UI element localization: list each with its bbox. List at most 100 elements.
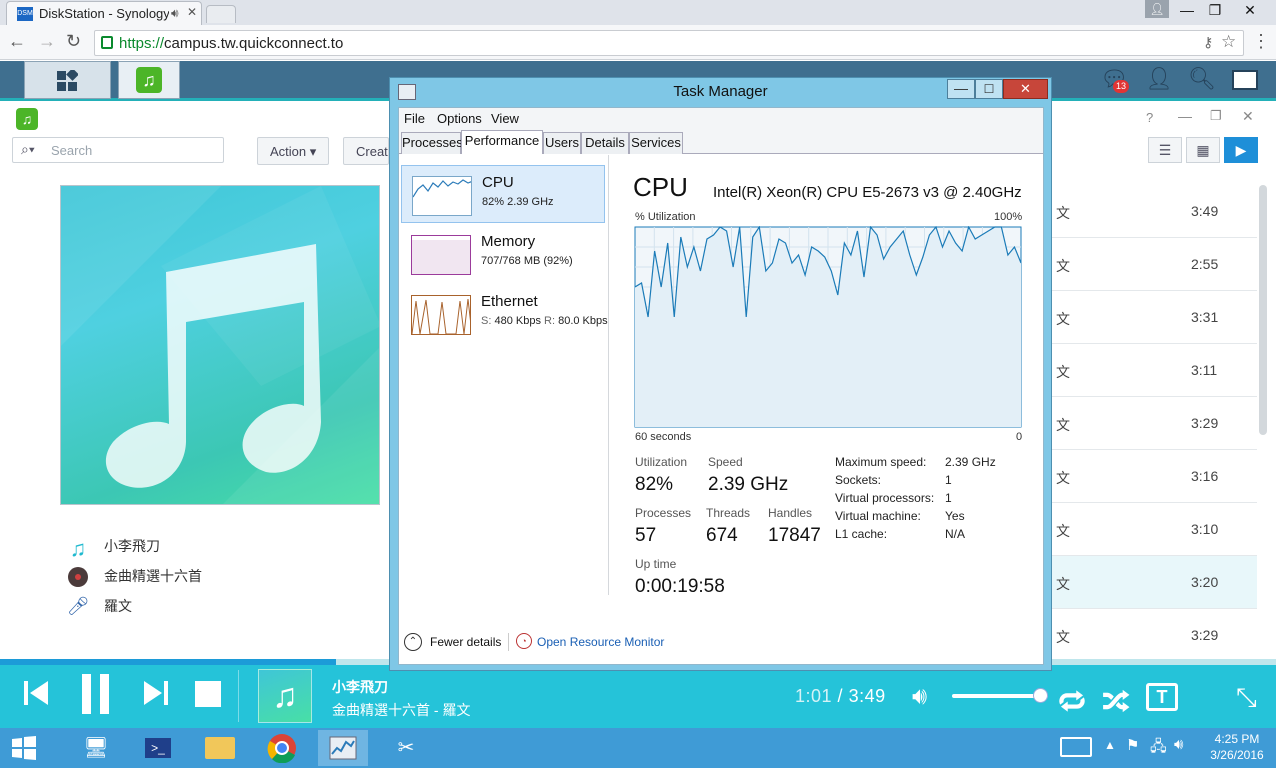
volume-icon[interactable]: 🔊︎ <box>912 683 927 711</box>
address-bar[interactable]: https://campus.tw.quickconnect.to ⚷ ☆ <box>94 30 1244 56</box>
scrollbar[interactable] <box>1259 185 1267 435</box>
forward-icon[interactable]: → <box>38 31 56 52</box>
receive-label: R: <box>544 315 556 327</box>
task-manager-taskbar-icon[interactable] <box>318 730 368 766</box>
chevron-up-icon[interactable]: ⌃ <box>404 633 422 651</box>
speed-label: Speed <box>708 455 743 469</box>
table-row[interactable]: 文 3:11 <box>1052 344 1257 397</box>
pause-icon[interactable] <box>80 674 112 722</box>
back-icon[interactable]: ← <box>8 31 26 52</box>
previous-icon[interactable] <box>22 678 50 716</box>
search-input[interactable]: ⌕▾ Search <box>12 137 224 163</box>
next-icon[interactable] <box>142 678 170 716</box>
action-center-icon[interactable]: ⚑ <box>1126 736 1139 754</box>
network-icon[interactable]: 🖧︎ <box>1150 736 1167 761</box>
row-duration: 3:11 <box>1191 362 1218 378</box>
resource-cpu[interactable]: CPU 82% 2.39 GHz <box>401 165 605 223</box>
receive-value: 80.0 Kbps <box>558 315 608 327</box>
tab-processes[interactable]: Processes <box>401 132 463 154</box>
create-button[interactable]: Creat <box>343 137 389 165</box>
fewer-details-link[interactable]: Fewer details <box>430 635 501 649</box>
tab-performance[interactable]: Performance <box>461 130 543 154</box>
powershell-icon[interactable]: >_ <box>136 730 180 766</box>
row-duration: 3:49 <box>1191 203 1219 219</box>
album-name: 金曲精選十六首 <box>104 568 202 584</box>
widgets-icon[interactable] <box>1232 70 1258 90</box>
menu-file[interactable]: File <box>404 111 425 126</box>
user-icon[interactable]: 👤︎ <box>1145 66 1173 92</box>
shuffle-icon[interactable]: 🔀︎ <box>1102 680 1130 722</box>
utilization-max-label: 100% <box>994 211 1023 223</box>
detail-key: L1 cache: <box>835 527 888 541</box>
speaker-icon[interactable]: 🔊︎ <box>1174 736 1183 753</box>
minimize-button[interactable]: — <box>1172 0 1202 22</box>
table-row[interactable]: 文 3:49 <box>1052 185 1257 238</box>
browser-tab[interactable]: DSM DiskStation - Synology 🔊︎ ✕ <box>6 1 202 25</box>
tab-details[interactable]: Details <box>581 132 629 154</box>
memory-thumbnail <box>411 235 471 275</box>
table-row[interactable]: 文 3:10 <box>1052 503 1257 556</box>
maximize-button[interactable]: ❐ <box>1200 0 1230 22</box>
keyboard-icon[interactable] <box>1060 737 1092 757</box>
show-desktop-button[interactable] <box>24 61 111 99</box>
menu-view[interactable]: View <box>491 111 519 126</box>
resource-ethernet[interactable]: Ethernet S: 480 Kbps R: 80.0 Kbps <box>401 285 608 343</box>
table-row[interactable]: 文 3:16 <box>1052 450 1257 503</box>
list-view-icon[interactable]: ☰ <box>1148 137 1182 163</box>
resource-name: CPU <box>482 174 514 191</box>
menu-options[interactable]: Options <box>437 111 482 126</box>
star-icon[interactable]: ☆ <box>1221 32 1236 52</box>
table-row-selected[interactable]: 文 3:20 <box>1052 556 1257 609</box>
audio-station-taskbar-button[interactable]: ♫ <box>118 61 180 99</box>
app-restore-icon[interactable]: ❐ <box>1210 108 1222 124</box>
table-row[interactable]: 文 2:55 <box>1052 238 1257 291</box>
resource-value: 82% 2.39 GHz <box>482 196 554 208</box>
new-tab-button[interactable] <box>206 5 236 23</box>
tab-users[interactable]: Users <box>543 132 581 154</box>
reload-icon[interactable]: ↻ <box>66 31 81 52</box>
clock[interactable]: 4:25 PM 3/26/2016 <box>1202 731 1272 763</box>
collapse-icon[interactable]: ⤡ <box>1236 682 1257 714</box>
chrome-icon[interactable] <box>260 730 304 766</box>
row-artist: 文 <box>1056 258 1070 274</box>
app-close-icon[interactable]: ✕ <box>1242 108 1254 125</box>
help-icon[interactable]: ? <box>1146 110 1153 125</box>
snipping-tool-icon[interactable]: ✂︎ <box>384 730 428 766</box>
row-artist: 文 <box>1056 311 1070 327</box>
table-row[interactable]: 文 3:31 <box>1052 291 1257 344</box>
server-manager-icon[interactable]: 🖥︎ <box>74 730 118 766</box>
thumbnail-view-icon[interactable]: ▦ <box>1186 137 1220 163</box>
menu-icon[interactable]: ⋮ <box>1252 31 1270 52</box>
lyrics-icon[interactable]: T <box>1146 683 1178 711</box>
resource-value: S: 480 Kbps R: 80.0 Kbps <box>481 315 608 327</box>
repeat-icon[interactable]: 🔁︎ <box>1058 680 1086 722</box>
start-icon[interactable] <box>2 730 46 766</box>
resource-memory[interactable]: Memory 707/768 MB (92%) <box>401 225 605 283</box>
tab-services[interactable]: Services <box>629 132 683 154</box>
profile-icon[interactable]: 👤︎ <box>1145 0 1169 18</box>
tm-close-button[interactable]: ✕ <box>1003 79 1048 99</box>
show-hidden-icon[interactable]: ▲ <box>1104 738 1116 752</box>
open-resource-monitor-link[interactable]: Open Resource Monitor <box>537 635 664 649</box>
tm-minimize-button[interactable]: — <box>947 79 975 99</box>
table-row[interactable]: 文 3:29 <box>1052 609 1257 659</box>
key-icon[interactable]: ⚷ <box>1203 34 1213 51</box>
meta-album: 金曲精選十六首 <box>66 566 202 588</box>
music-note-icon: ♫ <box>136 67 162 93</box>
action-button[interactable]: Action ▾ <box>257 137 330 165</box>
stop-icon[interactable] <box>194 678 222 716</box>
cover-view-icon[interactable]: ▶ <box>1224 137 1258 163</box>
resource-monitor-icon: ◔ <box>516 633 532 649</box>
close-button[interactable]: ✕ <box>1235 0 1265 22</box>
tm-maximize-button[interactable]: ☐ <box>975 79 1003 99</box>
tab-close-icon[interactable]: ✕ <box>187 5 197 19</box>
app-minimize-icon[interactable]: — <box>1178 108 1192 124</box>
volume-slider[interactable] <box>952 688 1049 703</box>
search-icon[interactable]: 🔍︎ <box>1188 66 1216 92</box>
processes-value: 57 <box>635 525 657 546</box>
ethernet-thumbnail <box>411 295 471 335</box>
resource-name: Ethernet <box>481 293 538 310</box>
file-explorer-icon[interactable] <box>198 730 242 766</box>
table-row[interactable]: 文 3:29 <box>1052 397 1257 450</box>
speaker-icon[interactable]: 🔊︎ <box>171 6 179 21</box>
